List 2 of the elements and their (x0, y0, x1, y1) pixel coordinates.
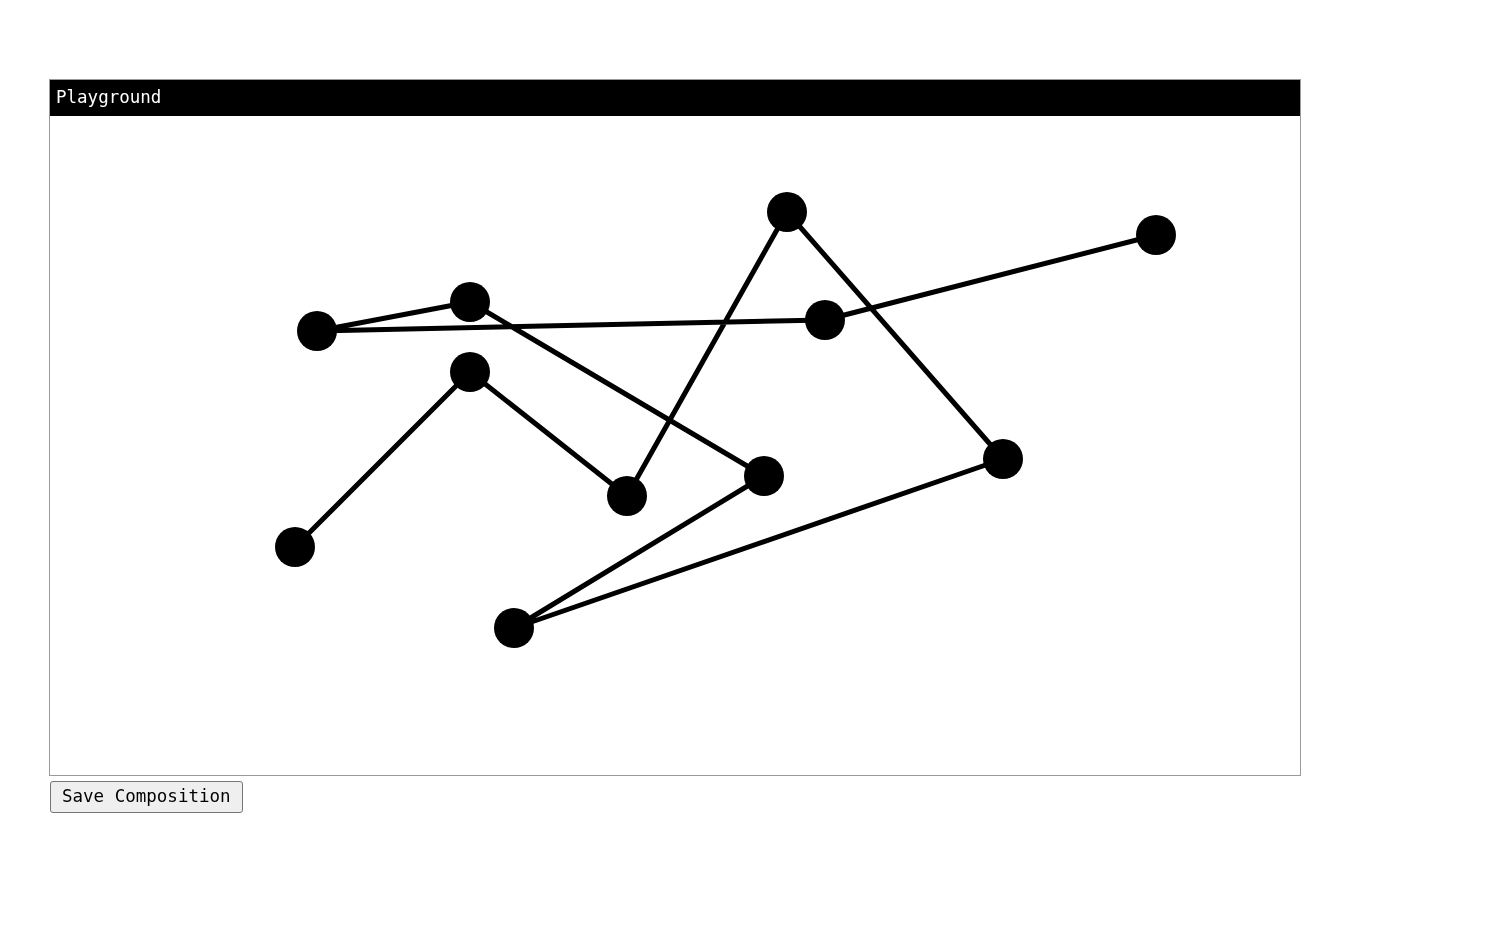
panel-title: Playground (56, 89, 162, 107)
save-button[interactable]: Save Composition (50, 781, 243, 813)
